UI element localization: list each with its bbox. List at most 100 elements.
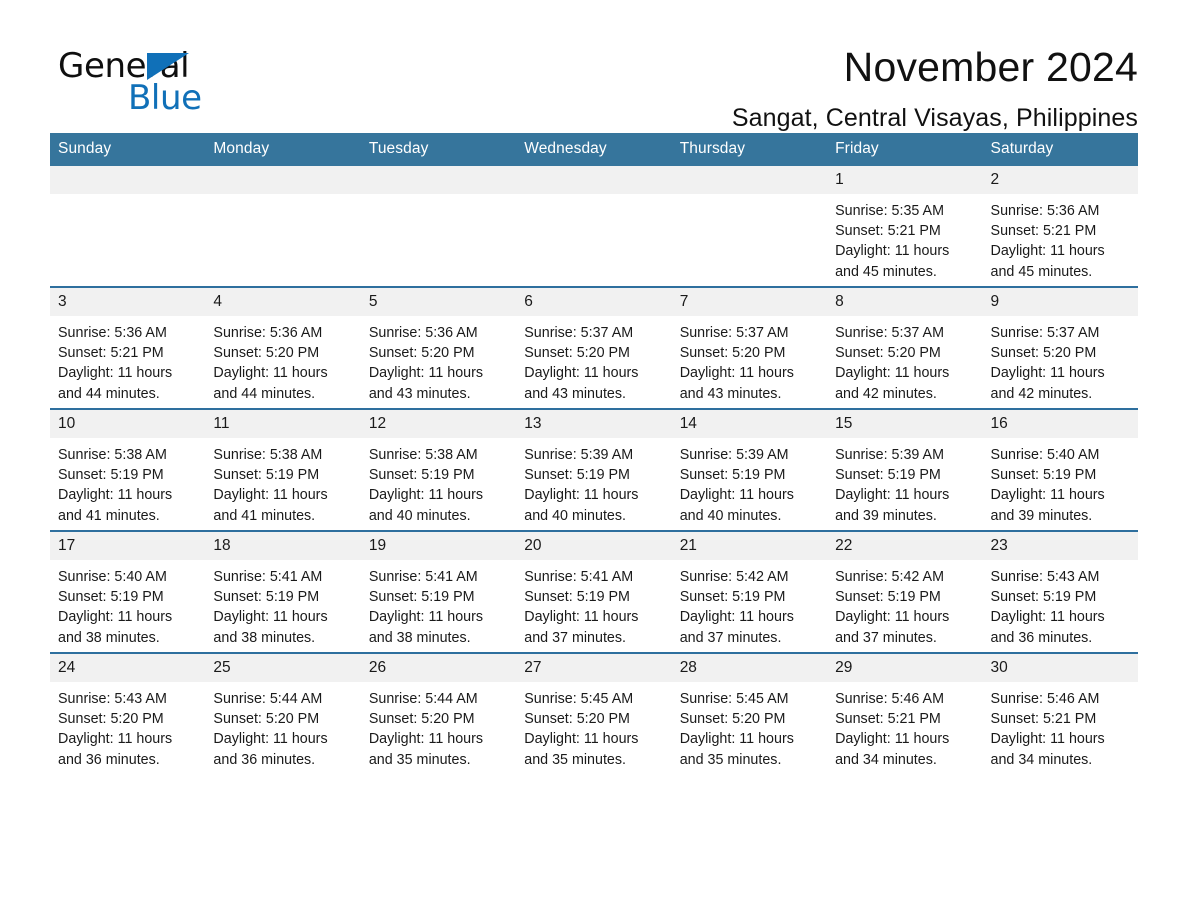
calendar-day-cell[interactable]: 18 Sunrise: 5:41 AM Sunset: 5:19 PM Dayligh…	[205, 530, 361, 653]
page-title: November 2024	[843, 44, 1138, 90]
calendar-day-cell-empty	[516, 166, 672, 287]
day-number	[516, 166, 672, 194]
daylight-duration-line2: and 34 minutes.	[835, 751, 937, 768]
calendar-day-cell[interactable]: 14 Sunrise: 5:39 AM Sunset: 5:19 PM Dayligh…	[671, 408, 828, 531]
calendar-day-cell[interactable]: 9 Sunrise: 5:37 AM Sunset: 5:20 PM Daylight…	[982, 286, 1138, 409]
daylight-duration-line1: Daylight: 11 hours	[368, 609, 484, 626]
sunrise-time: Sunrise: 5:38 AM	[368, 447, 478, 463]
sunrise-time: Sunrise: 5:36 AM	[58, 325, 167, 341]
daylight-duration-line1: Daylight: 11 hours	[990, 609, 1105, 626]
daylight-duration-line2: and 35 minutes.	[679, 751, 782, 768]
weekday-header-wednesday: Wednesday	[516, 133, 672, 166]
daylight-duration-line2: and 38 minutes.	[58, 629, 160, 646]
sunset-time: Sunset: 5:19 PM	[58, 467, 164, 484]
calendar-page: General Blue November 2024 Sangat, Centr…	[0, 0, 1188, 918]
sunset-time: Sunset: 5:21 PM	[835, 223, 941, 240]
calendar-day-cell[interactable]: 11 Sunrise: 5:38 AM Sunset: 5:19 PM Dayligh…	[205, 408, 361, 531]
sunset-time: Sunset: 5:20 PM	[368, 711, 475, 728]
calendar-day-cell[interactable]: 5 Sunrise: 5:36 AM Sunset: 5:20 PM Daylight…	[360, 286, 517, 409]
day-details: Sunrise: 5:36 AM Sunset: 5:20 PM Daylight:…	[205, 316, 360, 404]
daylight-duration-line2: and 37 minutes.	[835, 629, 937, 646]
day-number: 28	[671, 654, 828, 682]
sunset-time: Sunset: 5:19 PM	[524, 467, 630, 484]
calendar-day-cell[interactable]: 25 Sunrise: 5:44 AM Sunset: 5:20 PM Dayligh…	[205, 652, 361, 774]
generalblue-logo[interactable]: General Blue	[50, 44, 230, 118]
daylight-duration-line2: and 43 minutes.	[679, 385, 782, 402]
calendar-day-cell[interactable]: 4 Sunrise: 5:36 AM Sunset: 5:20 PM Daylight…	[205, 286, 361, 409]
calendar-day-cell[interactable]: 26 Sunrise: 5:44 AM Sunset: 5:20 PM Dayligh…	[360, 652, 517, 774]
daylight-duration-line1: Daylight: 11 hours	[835, 243, 950, 260]
calendar-week-row: 10 Sunrise: 5:38 AM Sunset: 5:19 PM Dayligh…	[50, 408, 1138, 531]
daylight-duration-line2: and 39 minutes.	[835, 507, 937, 524]
day-number: 13	[516, 410, 672, 438]
logo-triangle-icon	[147, 53, 189, 80]
calendar-day-cell[interactable]: 7 Sunrise: 5:37 AM Sunset: 5:20 PM Daylight…	[671, 286, 828, 409]
calendar-day-cell[interactable]: 10 Sunrise: 5:38 AM Sunset: 5:19 PM Dayligh…	[50, 408, 206, 531]
calendar-body: 1 Sunrise: 5:35 AM Sunset: 5:21 PM Daylight…	[50, 166, 1138, 774]
daylight-duration-line1: Daylight: 11 hours	[368, 487, 484, 504]
weekday-header-thursday: Thursday	[671, 133, 828, 166]
sunrise-time: Sunrise: 5:42 AM	[679, 569, 789, 585]
calendar-day-cell[interactable]: 15 Sunrise: 5:39 AM Sunset: 5:19 PM Dayligh…	[827, 408, 983, 531]
calendar-day-cell[interactable]: 30 Sunrise: 5:46 AM Sunset: 5:21 PM Dayligh…	[982, 652, 1138, 774]
sunrise-time: Sunrise: 5:42 AM	[835, 569, 944, 585]
sunset-time: Sunset: 5:20 PM	[524, 345, 630, 362]
sunrise-time: Sunrise: 5:39 AM	[835, 447, 944, 463]
day-number: 19	[360, 532, 517, 560]
calendar-day-cell[interactable]: 28 Sunrise: 5:45 AM Sunset: 5:20 PM Dayligh…	[671, 652, 828, 774]
calendar-day-cell[interactable]: 27 Sunrise: 5:45 AM Sunset: 5:20 PM Dayligh…	[516, 652, 672, 774]
daylight-duration-line1: Daylight: 11 hours	[524, 365, 639, 382]
calendar-week-row: 24 Sunrise: 5:43 AM Sunset: 5:20 PM Dayligh…	[50, 652, 1138, 774]
day-details: Sunrise: 5:39 AM Sunset: 5:19 PM Daylight:…	[672, 438, 827, 526]
calendar-day-cell[interactable]: 29 Sunrise: 5:46 AM Sunset: 5:21 PM Dayligh…	[827, 652, 983, 774]
day-details: Sunrise: 5:46 AM Sunset: 5:21 PM Daylight:…	[827, 682, 982, 770]
calendar-day-cell[interactable]: 13 Sunrise: 5:39 AM Sunset: 5:19 PM Dayligh…	[516, 408, 672, 531]
day-number: 25	[205, 654, 361, 682]
calendar-day-cell[interactable]: 23 Sunrise: 5:43 AM Sunset: 5:19 PM Dayligh…	[982, 530, 1138, 653]
daylight-duration-line2: and 36 minutes.	[58, 751, 160, 768]
page-header: General Blue November 2024 Sangat, Centr…	[50, 0, 1138, 132]
day-number: 10	[50, 410, 206, 438]
day-number: 4	[205, 288, 361, 316]
calendar-day-cell[interactable]: 21 Sunrise: 5:42 AM Sunset: 5:19 PM Dayligh…	[671, 530, 828, 653]
daylight-duration-line1: Daylight: 11 hours	[524, 731, 639, 748]
day-details: Sunrise: 5:45 AM Sunset: 5:20 PM Daylight:…	[516, 682, 671, 770]
sunset-time: Sunset: 5:20 PM	[679, 711, 786, 728]
sunset-time: Sunset: 5:21 PM	[835, 711, 941, 728]
day-details: Sunrise: 5:38 AM Sunset: 5:19 PM Daylight:…	[50, 438, 205, 526]
calendar-day-cell[interactable]: 24 Sunrise: 5:43 AM Sunset: 5:20 PM Dayligh…	[50, 652, 206, 774]
calendar-day-cell-empty	[50, 166, 206, 287]
sunrise-time: Sunrise: 5:36 AM	[213, 325, 323, 341]
calendar-day-cell[interactable]: 6 Sunrise: 5:37 AM Sunset: 5:20 PM Daylight…	[516, 286, 672, 409]
day-details: Sunrise: 5:41 AM Sunset: 5:19 PM Daylight:…	[361, 560, 516, 648]
day-details: Sunrise: 5:44 AM Sunset: 5:20 PM Daylight:…	[205, 682, 360, 770]
calendar-day-cell[interactable]: 16 Sunrise: 5:40 AM Sunset: 5:19 PM Dayligh…	[982, 408, 1138, 531]
daylight-duration-line1: Daylight: 11 hours	[990, 243, 1105, 260]
sunrise-time: Sunrise: 5:37 AM	[679, 325, 789, 341]
calendar-day-cell[interactable]: 1 Sunrise: 5:35 AM Sunset: 5:21 PM Daylight…	[827, 166, 983, 287]
day-number: 14	[671, 410, 828, 438]
calendar-day-cell[interactable]: 17 Sunrise: 5:40 AM Sunset: 5:19 PM Dayligh…	[50, 530, 206, 653]
daylight-duration-line2: and 39 minutes.	[990, 507, 1093, 524]
daylight-duration-line2: and 40 minutes.	[524, 507, 626, 524]
calendar-day-cell[interactable]: 19 Sunrise: 5:41 AM Sunset: 5:19 PM Dayligh…	[360, 530, 517, 653]
daylight-duration-line2: and 38 minutes.	[213, 629, 316, 646]
sunset-time: Sunset: 5:19 PM	[524, 589, 630, 606]
calendar-day-cell[interactable]: 20 Sunrise: 5:41 AM Sunset: 5:19 PM Dayligh…	[516, 530, 672, 653]
day-details: Sunrise: 5:38 AM Sunset: 5:19 PM Daylight:…	[361, 438, 516, 526]
day-details: Sunrise: 5:37 AM Sunset: 5:20 PM Daylight:…	[516, 316, 671, 404]
calendar-day-cell[interactable]: 22 Sunrise: 5:42 AM Sunset: 5:19 PM Dayligh…	[827, 530, 983, 653]
calendar-day-cell[interactable]: 2 Sunrise: 5:36 AM Sunset: 5:21 PM Daylight…	[982, 166, 1138, 287]
day-number: 11	[205, 410, 361, 438]
calendar-day-cell[interactable]: 12 Sunrise: 5:38 AM Sunset: 5:19 PM Dayligh…	[360, 408, 517, 531]
daylight-duration-line1: Daylight: 11 hours	[213, 365, 328, 382]
day-number	[205, 166, 361, 194]
calendar-day-cell[interactable]: 3 Sunrise: 5:36 AM Sunset: 5:21 PM Daylight…	[50, 286, 206, 409]
weekday-header-tuesday: Tuesday	[360, 133, 517, 166]
calendar-day-cell[interactable]: 8 Sunrise: 5:37 AM Sunset: 5:20 PM Daylight…	[827, 286, 983, 409]
day-details: Sunrise: 5:37 AM Sunset: 5:20 PM Daylight:…	[983, 316, 1138, 404]
day-details: Sunrise: 5:40 AM Sunset: 5:19 PM Daylight:…	[983, 438, 1138, 526]
day-number: 5	[360, 288, 517, 316]
day-number	[360, 166, 517, 194]
sunset-time: Sunset: 5:19 PM	[368, 589, 475, 606]
